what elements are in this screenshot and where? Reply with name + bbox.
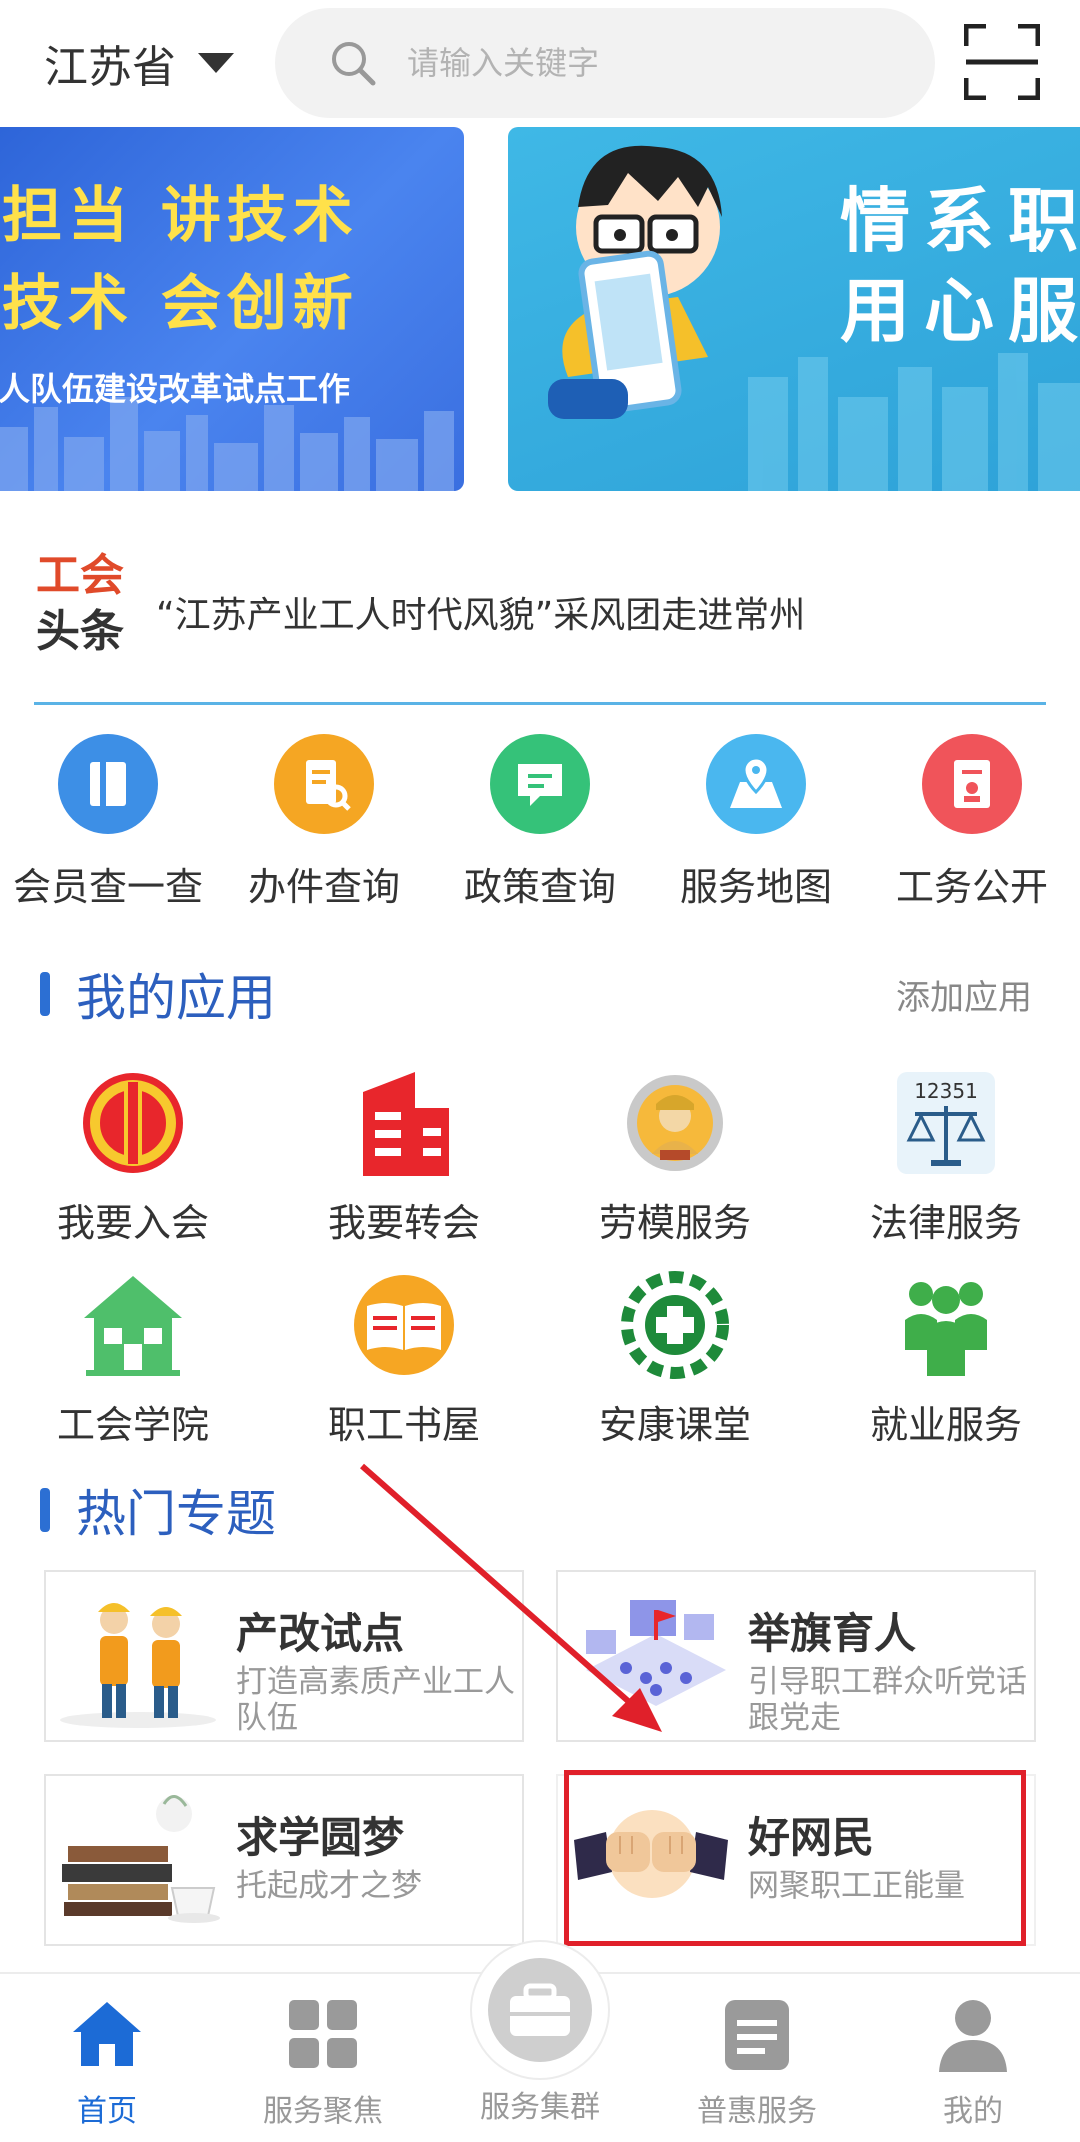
union-headline[interactable]: 工会 头条 “江苏产业工人时代风貌”采风团走进常州	[36, 548, 1046, 698]
nav-label: 我的	[943, 2094, 1003, 2129]
app-label: 劳模服务	[598, 1201, 751, 1245]
quick-item-label: 办件查询	[247, 865, 400, 909]
app-label: 法律服务	[869, 1201, 1022, 1245]
app-label: 我要入会	[56, 1201, 209, 1245]
topic-title: 举旗育人	[748, 1609, 917, 1658]
nav-label: 服务聚焦	[263, 2094, 383, 2129]
briefcase-icon	[488, 1958, 592, 2062]
region-label: 江苏省	[44, 42, 176, 93]
scan-icon[interactable]	[963, 23, 1041, 101]
member-book-icon	[58, 734, 158, 834]
building-icon	[349, 1068, 459, 1178]
banner-right-line-1: 情系职	[840, 180, 1080, 262]
books-and-tea-illustration	[54, 1784, 224, 1936]
quick-item-affairs-public[interactable]: 工务公开	[872, 730, 1072, 911]
quick-item-label: 会员查一查	[12, 865, 203, 909]
service-cluster-button[interactable]	[470, 1940, 610, 2080]
app-label: 安康课堂	[598, 1403, 751, 1447]
workers-illustration	[54, 1580, 224, 1732]
topic-title: 产改试点	[236, 1609, 405, 1658]
my-apps-title: 我的应用	[76, 969, 276, 1027]
map-pin-icon	[706, 734, 806, 834]
grid-icon	[283, 1994, 363, 2074]
hot-topics-title: 热门专题	[76, 1485, 276, 1543]
app-label: 就业服务	[869, 1403, 1022, 1447]
document-list-icon	[717, 1994, 797, 2074]
nav-label: 首页	[77, 2094, 137, 2129]
user-icon	[933, 1994, 1013, 2074]
document-search-icon	[274, 734, 374, 834]
isometric-classroom-illustration	[566, 1580, 736, 1732]
banner-left-subtitle: 人队伍建设改革试点工作	[0, 370, 351, 408]
headline-logo: 工会 头条	[36, 548, 124, 660]
add-app-link[interactable]: 添加应用	[896, 970, 1032, 1019]
app-model-worker-service[interactable]: 劳模服务	[560, 1068, 790, 1247]
app-label: 职工书屋	[327, 1403, 480, 1447]
topic-title: 求学圆梦	[236, 1813, 405, 1862]
my-apps-heading: 我的应用	[40, 964, 276, 1027]
topic-subtitle: 托起成才之梦	[236, 1868, 422, 1904]
app-join-union[interactable]: 我要入会	[18, 1068, 248, 1247]
top-bar: 江苏省	[0, 0, 1080, 125]
topic-subtitle: 打造高素质产业工人队伍	[236, 1664, 515, 1736]
app-legal-service[interactable]: 12351 法律服务	[831, 1068, 1061, 1247]
search-input[interactable]	[407, 44, 887, 82]
topic-subtitle: 引导职工群众听党话跟党走	[748, 1664, 1027, 1736]
headline-text[interactable]: “江苏产业工人时代风貌”采风团走进常州	[156, 586, 805, 638]
quick-item-label: 服务地图	[679, 865, 832, 909]
banner-left[interactable]: 担当 讲技术 技术 会创新 人队伍建设改革试点工作	[0, 127, 464, 491]
topic-card-study-dream[interactable]: 求学圆梦 托起成才之梦	[44, 1774, 524, 1946]
model-worker-medal-icon	[620, 1068, 730, 1178]
nav-label: 服务集群	[480, 2090, 600, 2125]
legal-hotline-badge: 12351	[914, 1079, 978, 1103]
quick-item-label: 工务公开	[895, 865, 1048, 909]
app-health-class[interactable]: 安康课堂	[560, 1270, 790, 1449]
headline-logo-top: 工会	[36, 550, 124, 601]
open-book-icon	[349, 1270, 459, 1380]
app-label: 我要转会	[327, 1201, 480, 1245]
public-notice-icon	[922, 734, 1022, 834]
section-marker	[40, 1488, 50, 1532]
banner-left-line-1: 担当 讲技术	[2, 181, 359, 251]
people-group-icon	[891, 1270, 1001, 1380]
academy-building-icon	[78, 1270, 188, 1380]
app-label: 工会学院	[56, 1403, 209, 1447]
hot-topics-heading: 热门专题	[40, 1480, 276, 1543]
chat-policy-icon	[490, 734, 590, 834]
dropdown-triangle-icon	[198, 53, 234, 73]
app-worker-bookstore[interactable]: 职工书屋	[289, 1270, 519, 1449]
section-marker	[40, 972, 50, 1016]
home-icon	[67, 1994, 147, 2074]
nav-label: 普惠服务	[697, 2094, 817, 2129]
quick-item-policy-query[interactable]: 政策查询	[440, 730, 640, 911]
nav-benefit-service[interactable]: 普惠服务	[662, 1994, 852, 2130]
search-icon	[329, 39, 377, 87]
highlight-box	[564, 1770, 1026, 1946]
search-box[interactable]	[275, 8, 935, 118]
quick-item-case-query[interactable]: 办件查询	[224, 730, 424, 911]
quick-item-member-check[interactable]: 会员查一查	[8, 730, 208, 911]
topic-card-flag-education[interactable]: 举旗育人 引导职工群众听党话跟党走	[556, 1570, 1036, 1742]
scales-of-justice-icon: 12351	[891, 1068, 1001, 1178]
nav-home[interactable]: 首页	[12, 1994, 202, 2130]
union-emblem-icon	[78, 1068, 188, 1178]
headline-logo-bottom: 头条	[36, 606, 124, 657]
quick-item-service-map[interactable]: 服务地图	[656, 730, 856, 911]
nav-service-focus[interactable]: 服务聚焦	[228, 1994, 418, 2130]
quick-services: 会员查一查 办件查询 政策查询 服务地图 工务公开	[0, 730, 1080, 910]
safety-cross-gear-icon	[620, 1270, 730, 1380]
app-transfer-union[interactable]: 我要转会	[289, 1068, 519, 1247]
app-employment-service[interactable]: 就业服务	[831, 1270, 1061, 1449]
topic-card-reform-pilot[interactable]: 产改试点 打造高素质产业工人队伍	[44, 1570, 524, 1742]
region-selector[interactable]: 江苏省	[44, 30, 234, 96]
nav-mine[interactable]: 我的	[878, 1994, 1068, 2130]
quick-item-label: 政策查询	[463, 865, 616, 909]
banner-left-line-2: 技术 会创新	[2, 269, 359, 339]
app-union-academy[interactable]: 工会学院	[18, 1270, 248, 1449]
headline-divider	[34, 702, 1046, 705]
banner-right[interactable]: 情系职 用心服	[508, 127, 1080, 491]
banner-right-line-2: 用心服	[840, 270, 1080, 352]
